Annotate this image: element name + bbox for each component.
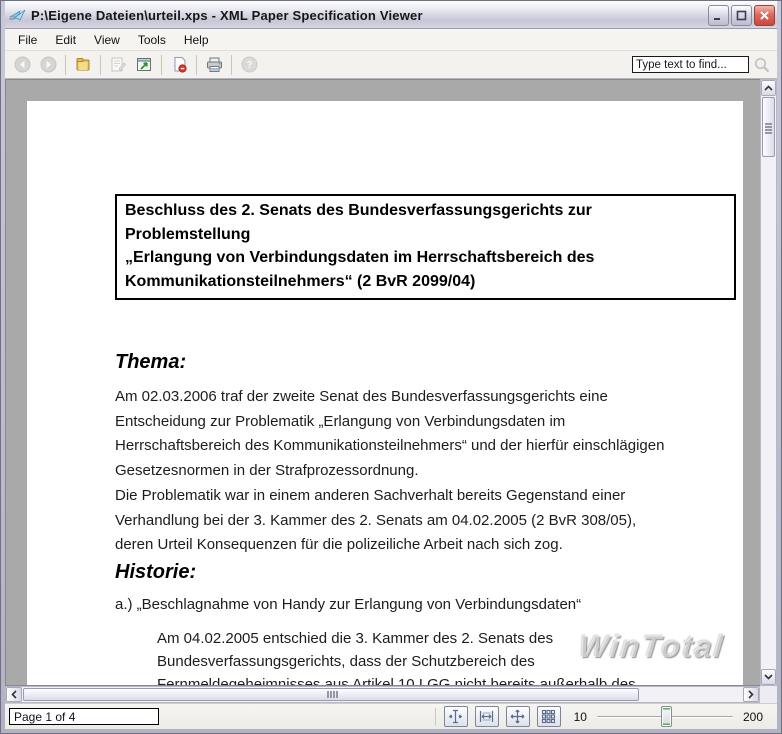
- document-red-badge-icon: [174, 57, 187, 73]
- document-page: Beschluss des 2. Senats des Bundesverfas…: [27, 101, 743, 686]
- vertical-scrollbar[interactable]: [760, 79, 777, 686]
- text-line: Am 04.02.2005 entschied die 3. Kammer de…: [157, 630, 554, 647]
- thumb-grip: [765, 126, 772, 128]
- fit-whole-page-icon: [510, 709, 525, 724]
- open-in-new-window-button[interactable]: [131, 53, 157, 77]
- chevron-down-icon: [764, 674, 773, 680]
- thumbnails-grid-icon: [542, 709, 556, 724]
- app-window: P:\Eigene Dateien\urteil.xps - XML Paper…: [0, 0, 782, 734]
- content-area: Beschluss des 2. Senats des Bundesverfas…: [5, 79, 777, 686]
- historie-indented-paragraph: Am 04.02.2005 entschied die 3. Kammer de…: [157, 627, 636, 686]
- scroll-right-button[interactable]: [743, 687, 759, 702]
- back-arrow-icon: [14, 56, 30, 73]
- horizontal-scroll-track[interactable]: [640, 687, 743, 702]
- document-pencil-icon: [111, 57, 126, 72]
- text-line: Die Problematik war in einem anderen Sac…: [115, 487, 626, 504]
- page-number-box[interactable]: Page 1 of 4: [9, 708, 159, 725]
- historie-heading: Historie:: [115, 561, 197, 583]
- heading-line: Problemstellung: [125, 225, 251, 243]
- fit-page-button[interactable]: [443, 706, 468, 727]
- thema-paragraph-1: Am 02.03.2006 traf der zweite Senat des …: [115, 385, 664, 483]
- vertical-scroll-track[interactable]: [761, 158, 776, 669]
- window-title: P:\Eigene Dateien\urteil.xps - XML Paper…: [31, 7, 423, 23]
- minimize-button[interactable]: [708, 4, 729, 26]
- zoom-slider-thumb[interactable]: [660, 706, 672, 727]
- text-line: Entscheidung zur Problematik „Erlangung …: [115, 412, 566, 430]
- thema-paragraph-2: Die Problematik war in einem anderen Sac…: [115, 484, 636, 558]
- magnifier-icon[interactable]: [753, 56, 771, 74]
- open-folder-icon: [76, 58, 89, 71]
- chevron-left-icon: [11, 690, 17, 699]
- heading-line: Kommunikationsteilnehmers“ (2 BvR 2099/0…: [125, 272, 476, 290]
- help-button[interactable]: ?: [236, 53, 262, 77]
- text-line: Bundesverfassungsgerichts, dass der Schu…: [157, 653, 535, 670]
- find-area: [632, 56, 773, 74]
- print-button[interactable]: [201, 53, 227, 77]
- toolbar-separator: [161, 54, 162, 75]
- text-line: Gesetzesnormen in der Strafprozessordnun…: [115, 461, 419, 479]
- chevron-up-icon: [764, 85, 773, 91]
- annotate-button[interactable]: [105, 53, 131, 77]
- scrollbar-corner: [760, 686, 777, 703]
- forward-arrow-icon: [40, 56, 56, 73]
- text-line: Herrschaftsbereich des Kommunikationstei…: [115, 437, 665, 454]
- scroll-down-button[interactable]: [761, 669, 776, 685]
- toolbar-separator: [100, 54, 101, 75]
- document-viewport[interactable]: Beschluss des 2. Senats des Bundesverfas…: [5, 79, 760, 686]
- fit-whole-page-button[interactable]: [505, 706, 530, 727]
- horizontal-scroll-thumb[interactable]: [23, 688, 639, 701]
- page-number-label: Page 1 of 4: [14, 709, 76, 724]
- toolbar: ?: [5, 51, 777, 79]
- document-heading-box: Beschluss des 2. Senats des Bundesverfas…: [115, 194, 736, 300]
- close-button[interactable]: [754, 4, 775, 26]
- menu-help[interactable]: Help: [175, 30, 218, 50]
- open-file-button[interactable]: [70, 53, 96, 77]
- horizontal-scrollbar[interactable]: [5, 686, 760, 703]
- forward-button[interactable]: [35, 53, 61, 77]
- back-button[interactable]: [9, 53, 35, 77]
- printer-icon: [206, 57, 222, 72]
- zoom-min-label: 10: [573, 709, 587, 724]
- text-line: Am 02.03.2006 traf der zweite Senat des …: [115, 388, 608, 405]
- historie-item-a: a.) „Beschlagnahme von Handy zur Erlangu…: [115, 596, 582, 613]
- zoom-controls: 10 200: [434, 706, 769, 727]
- scroll-up-button[interactable]: [761, 80, 776, 96]
- toolbar-separator: [231, 54, 232, 75]
- fit-width-icon: [480, 711, 494, 722]
- menu-view[interactable]: View: [85, 30, 129, 50]
- text-line: Verhandlung bei der 3. Kammer des 2. Sen…: [115, 511, 637, 529]
- menu-tools[interactable]: Tools: [129, 30, 175, 50]
- find-text-input[interactable]: [632, 56, 749, 73]
- menu-edit[interactable]: Edit: [46, 30, 85, 50]
- horizontal-scrollbar-row: [5, 686, 777, 703]
- status-bar: Page 1 of 4 10 200: [5, 703, 777, 729]
- thumbnails-button[interactable]: [536, 706, 561, 727]
- chevron-right-icon: [748, 690, 754, 699]
- zoom-max-label: 200: [742, 709, 763, 724]
- help-icon: ?: [241, 56, 257, 73]
- svg-text:?: ?: [246, 60, 252, 71]
- text-line: Fernmeldegeheimnisses aus Artikel 10 I G…: [157, 676, 636, 686]
- title-bar: P:\Eigene Dateien\urteil.xps - XML Paper…: [5, 1, 777, 29]
- zoom-slider[interactable]: [596, 706, 733, 727]
- fit-width-button[interactable]: [474, 706, 499, 727]
- fit-page-icon: [449, 709, 463, 724]
- menu-file[interactable]: File: [9, 30, 46, 50]
- heading-line: „Erlangung von Verbindungsdaten im Herrs…: [125, 249, 595, 266]
- signatures-button[interactable]: [166, 53, 192, 77]
- text-line: deren Urteil Konsequenzen für die polize…: [115, 536, 563, 553]
- menu-bar: File Edit View Tools Help: [5, 29, 777, 51]
- vertical-scroll-thumb[interactable]: [762, 97, 775, 157]
- thumb-grip: [330, 691, 332, 698]
- scroll-left-button[interactable]: [6, 687, 22, 702]
- maximize-button[interactable]: [731, 4, 752, 26]
- toolbar-separator: [65, 54, 66, 75]
- window-green-arrow-icon: [136, 58, 151, 71]
- thema-heading: Thema:: [115, 351, 187, 373]
- heading-line: Beschluss des 2. Senats des Bundesverfas…: [125, 202, 592, 219]
- toolbar-separator: [196, 54, 197, 75]
- statusbar-separator: [434, 707, 436, 726]
- xps-viewer-icon: [9, 9, 26, 20]
